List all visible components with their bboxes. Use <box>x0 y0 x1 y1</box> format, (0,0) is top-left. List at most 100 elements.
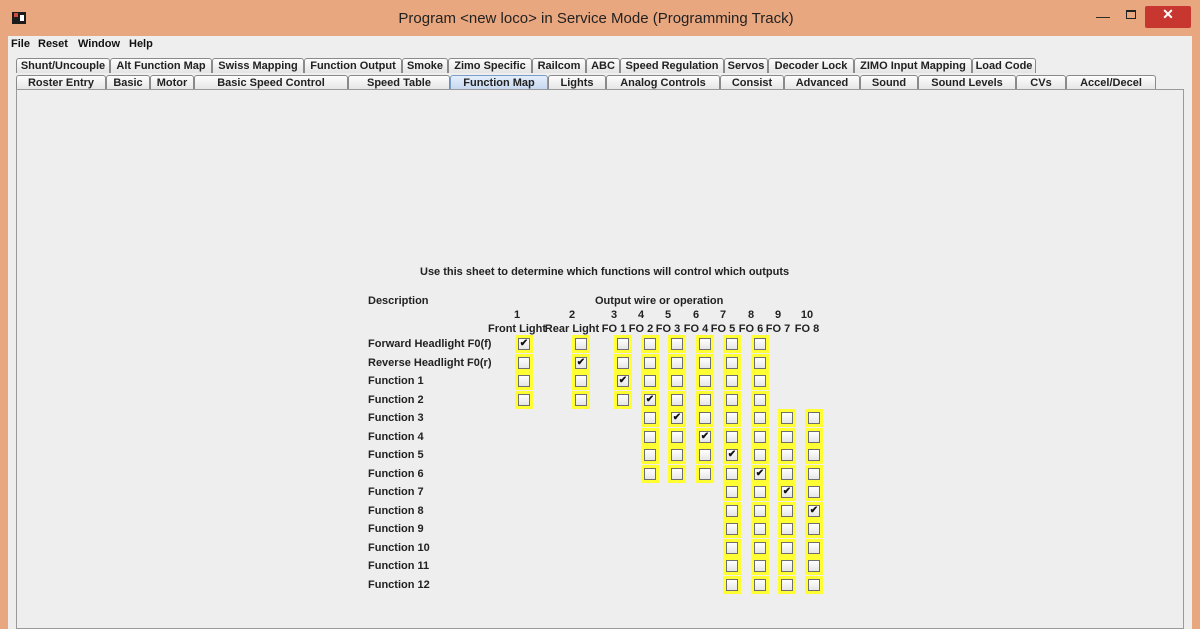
function-map-checkbox[interactable] <box>518 375 530 387</box>
tab-advanced[interactable]: Advanced <box>784 75 860 90</box>
tab-shunt-uncouple[interactable]: Shunt/Uncouple <box>16 58 110 73</box>
function-map-checkbox[interactable] <box>781 449 793 461</box>
function-map-checkbox[interactable] <box>644 412 656 424</box>
function-map-checkbox[interactable]: ✔ <box>518 338 530 350</box>
function-map-checkbox[interactable] <box>726 375 738 387</box>
tab-alt-function-map[interactable]: Alt Function Map <box>110 58 212 73</box>
function-map-checkbox[interactable] <box>754 541 766 554</box>
function-map-checkbox[interactable] <box>754 504 766 517</box>
function-map-checkbox[interactable] <box>754 375 766 387</box>
function-map-checkbox[interactable] <box>726 486 738 498</box>
function-map-checkbox[interactable] <box>671 467 683 480</box>
function-map-checkbox[interactable] <box>518 356 530 369</box>
tab-sound-levels[interactable]: Sound Levels <box>918 75 1016 90</box>
tab-lights[interactable]: Lights <box>548 75 606 90</box>
tab-smoke[interactable]: Smoke <box>402 58 448 73</box>
function-map-checkbox[interactable] <box>808 523 820 535</box>
function-map-checkbox[interactable] <box>617 393 629 406</box>
function-map-checkbox[interactable] <box>781 430 793 443</box>
tab-abc[interactable]: ABC <box>586 58 620 73</box>
function-map-checkbox[interactable] <box>781 560 793 572</box>
function-map-checkbox[interactable] <box>617 338 629 350</box>
tab-zimo-input-mapping[interactable]: ZIMO Input Mapping <box>854 58 972 73</box>
function-map-checkbox[interactable]: ✔ <box>726 449 738 461</box>
function-map-checkbox[interactable] <box>699 412 711 424</box>
function-map-checkbox[interactable] <box>754 356 766 369</box>
function-map-checkbox[interactable] <box>808 449 820 461</box>
function-map-checkbox[interactable]: ✔ <box>808 504 820 517</box>
tab-cvs[interactable]: CVs <box>1016 75 1066 90</box>
function-map-checkbox[interactable] <box>575 375 587 387</box>
tab-basic[interactable]: Basic <box>106 75 150 90</box>
function-map-checkbox[interactable] <box>699 375 711 387</box>
function-map-checkbox[interactable] <box>754 430 766 443</box>
function-map-checkbox[interactable] <box>754 486 766 498</box>
function-map-checkbox[interactable] <box>726 541 738 554</box>
tab-basic-speed-control[interactable]: Basic Speed Control <box>194 75 348 90</box>
tab-railcom[interactable]: Railcom <box>532 58 586 73</box>
function-map-checkbox[interactable]: ✔ <box>754 467 766 480</box>
function-map-checkbox[interactable] <box>518 393 530 406</box>
function-map-checkbox[interactable] <box>754 523 766 535</box>
function-map-checkbox[interactable] <box>644 338 656 350</box>
function-map-checkbox[interactable] <box>726 430 738 443</box>
function-map-checkbox[interactable] <box>699 338 711 350</box>
close-button[interactable]: ✕ <box>1145 6 1191 28</box>
function-map-checkbox[interactable] <box>754 578 766 591</box>
function-map-checkbox[interactable] <box>808 578 820 591</box>
tab-function-map[interactable]: Function Map <box>450 75 548 90</box>
function-map-checkbox[interactable] <box>726 523 738 535</box>
function-map-checkbox[interactable] <box>671 393 683 406</box>
function-map-checkbox[interactable]: ✔ <box>575 356 587 369</box>
function-map-checkbox[interactable] <box>699 356 711 369</box>
tab-zimo-specific[interactable]: Zimo Specific <box>448 58 532 73</box>
function-map-checkbox[interactable] <box>754 449 766 461</box>
function-map-checkbox[interactable] <box>644 375 656 387</box>
function-map-checkbox[interactable] <box>754 412 766 424</box>
tab-load-code[interactable]: Load Code <box>972 58 1036 73</box>
function-map-checkbox[interactable] <box>726 560 738 572</box>
tab-speed-regulation[interactable]: Speed Regulation <box>620 58 724 73</box>
tab-speed-table[interactable]: Speed Table <box>348 75 450 90</box>
tab-consist[interactable]: Consist <box>720 75 784 90</box>
function-map-checkbox[interactable] <box>671 375 683 387</box>
function-map-checkbox[interactable] <box>575 338 587 350</box>
function-map-checkbox[interactable] <box>781 523 793 535</box>
function-map-checkbox[interactable] <box>671 430 683 443</box>
function-map-checkbox[interactable] <box>699 467 711 480</box>
tab-accel-decel[interactable]: Accel/Decel <box>1066 75 1156 90</box>
function-map-checkbox[interactable]: ✔ <box>617 375 629 387</box>
tab-motor[interactable]: Motor <box>150 75 194 90</box>
function-map-checkbox[interactable] <box>781 412 793 424</box>
function-map-checkbox[interactable] <box>754 560 766 572</box>
menu-help[interactable]: Help <box>129 38 153 50</box>
minimize-button[interactable]: — <box>1090 8 1116 30</box>
function-map-checkbox[interactable] <box>726 338 738 350</box>
function-map-checkbox[interactable]: ✔ <box>644 393 656 406</box>
function-map-checkbox[interactable]: ✔ <box>781 486 793 498</box>
function-map-checkbox[interactable] <box>808 486 820 498</box>
function-map-checkbox[interactable]: ✔ <box>699 430 711 443</box>
function-map-checkbox[interactable] <box>671 449 683 461</box>
function-map-checkbox[interactable] <box>781 504 793 517</box>
tab-decoder-lock[interactable]: Decoder Lock <box>768 58 854 73</box>
function-map-checkbox[interactable] <box>808 467 820 480</box>
function-map-checkbox[interactable] <box>644 356 656 369</box>
function-map-checkbox[interactable] <box>781 541 793 554</box>
tab-roster-entry[interactable]: Roster Entry <box>16 75 106 90</box>
tab-analog-controls[interactable]: Analog Controls <box>606 75 720 90</box>
function-map-checkbox[interactable] <box>644 449 656 461</box>
menu-file[interactable]: File <box>11 38 30 50</box>
tab-function-output[interactable]: Function Output <box>304 58 402 73</box>
function-map-checkbox[interactable] <box>726 412 738 424</box>
menu-window[interactable]: Window <box>78 38 120 50</box>
function-map-checkbox[interactable] <box>754 393 766 406</box>
function-map-checkbox[interactable] <box>726 393 738 406</box>
function-map-checkbox[interactable] <box>671 356 683 369</box>
tab-servos[interactable]: Servos <box>724 58 768 73</box>
function-map-checkbox[interactable] <box>644 430 656 443</box>
function-map-checkbox[interactable] <box>781 578 793 591</box>
tab-sound[interactable]: Sound <box>860 75 918 90</box>
menu-reset[interactable]: Reset <box>38 38 68 50</box>
function-map-checkbox[interactable] <box>781 467 793 480</box>
